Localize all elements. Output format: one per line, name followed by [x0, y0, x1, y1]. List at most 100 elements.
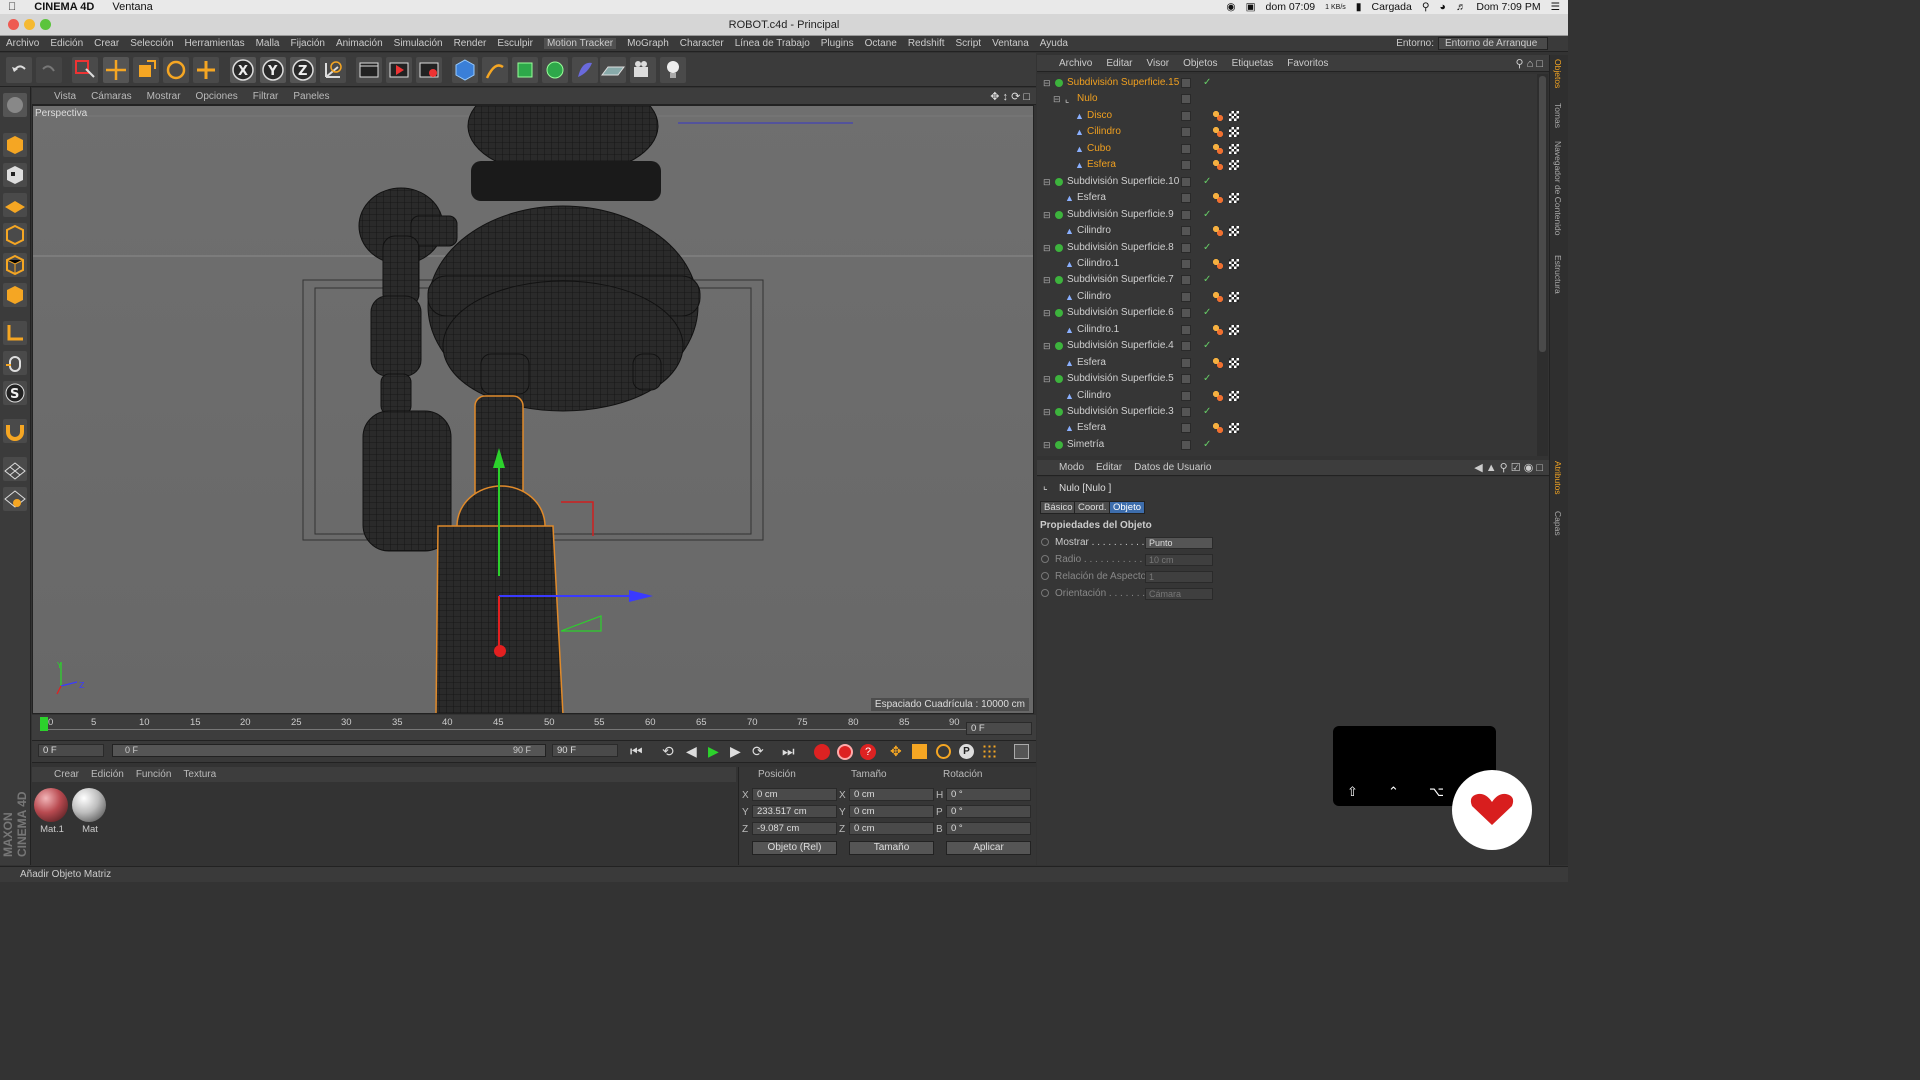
visibility-toggle[interactable]: [1181, 110, 1191, 121]
size-z-field[interactable]: 0 cm: [849, 822, 934, 835]
go-to-start-icon[interactable]: ⏮: [630, 743, 643, 760]
model-mode-icon[interactable]: [3, 133, 27, 157]
volume-icon[interactable]: ♬: [1456, 1, 1467, 13]
battery-icon[interactable]: ▮: [1356, 1, 1362, 13]
visibility-toggle[interactable]: [1181, 324, 1191, 335]
expand-toggle-icon[interactable]: ⊟: [1043, 177, 1051, 187]
object-row[interactable]: ⊟ Subdivisión Superficie.15 ✓: [1037, 75, 1537, 91]
object-row[interactable]: ▲ Disco: [1037, 108, 1537, 124]
menu-render[interactable]: Render: [454, 38, 487, 49]
menu-octane[interactable]: Octane: [865, 38, 897, 49]
grid-lock-icon[interactable]: [3, 487, 27, 511]
menu-motion-tracker[interactable]: Motion Tracker: [543, 38, 617, 49]
tweak-mode-icon[interactable]: [3, 351, 27, 375]
visibility-toggle[interactable]: [1181, 143, 1191, 154]
search-icon[interactable]: ⚲: [1422, 1, 1430, 13]
prop-radio[interactable]: [1041, 589, 1049, 598]
object-row[interactable]: ▲ Cilindro.1: [1037, 256, 1537, 272]
texture-tag-icon[interactable]: [1229, 193, 1239, 204]
om-menu-objetos[interactable]: Objetos: [1183, 58, 1217, 69]
axis-mode-icon[interactable]: [3, 321, 27, 345]
size-y-field[interactable]: 0 cm: [849, 805, 934, 818]
menu-redshift[interactable]: Redshift: [908, 38, 945, 49]
redo-icon[interactable]: [36, 57, 62, 83]
viewport-perspective[interactable]: Y Z Perspectiva Espaciado Cuadrícula : 1…: [32, 105, 1034, 714]
expand-toggle-icon[interactable]: ⊟: [1043, 440, 1051, 450]
minimize-window-icon[interactable]: [24, 19, 35, 30]
object-row[interactable]: ▲ Esfera: [1037, 157, 1537, 173]
phong-tag-icon[interactable]: [1213, 127, 1223, 138]
attr-tab-objeto[interactable]: Objeto: [1109, 501, 1145, 514]
timeline-track[interactable]: [42, 729, 968, 735]
texture-tag-icon[interactable]: [1229, 143, 1239, 154]
visibility-toggle[interactable]: [1181, 160, 1191, 171]
menu-mograph[interactable]: MoGraph: [627, 38, 669, 49]
phong-tag-icon[interactable]: [1213, 258, 1223, 269]
visibility-toggle[interactable]: [1181, 439, 1191, 450]
end-frame-field[interactable]: 90 F: [552, 744, 618, 757]
expand-toggle-icon[interactable]: ⊟: [1043, 375, 1051, 384]
enable-check-icon[interactable]: ✓: [1203, 305, 1211, 321]
phong-tag-icon[interactable]: [1213, 143, 1223, 154]
attr-menu-editar[interactable]: Editar: [1096, 462, 1122, 473]
visibility-toggle[interactable]: [1181, 423, 1191, 434]
object-row[interactable]: ⊟ Subdivisión Superficie.9 ✓: [1037, 207, 1537, 223]
visibility-toggle[interactable]: [1181, 193, 1191, 204]
visibility-toggle[interactable]: [1181, 78, 1191, 88]
menu-character[interactable]: Character: [680, 38, 724, 49]
menu-linea-de-trabajo[interactable]: Línea de Trabajo: [735, 38, 810, 49]
object-row[interactable]: ⊟ Subdivisión Superficie.5 ✓: [1037, 371, 1537, 387]
start-frame-field[interactable]: 0 F: [38, 744, 104, 757]
object-row[interactable]: ⊟ Subdivisión Superficie.4 ✓: [1037, 338, 1537, 354]
attr-menu-datos[interactable]: Datos de Usuario: [1134, 462, 1211, 473]
phong-tag-icon[interactable]: [1213, 390, 1223, 401]
om-menu-favoritos[interactable]: Favoritos: [1287, 58, 1328, 69]
object-list-scrollbar[interactable]: [1537, 74, 1548, 456]
visibility-toggle[interactable]: [1181, 176, 1191, 187]
cube-icon[interactable]: [452, 57, 478, 83]
visibility-toggle[interactable]: [1181, 242, 1191, 253]
side-tab-capas[interactable]: Capas: [1553, 511, 1563, 536]
enable-check-icon[interactable]: ✓: [1203, 437, 1211, 453]
current-frame-field[interactable]: 0 F: [966, 722, 1032, 735]
screen-icon[interactable]: ▣: [1246, 1, 1256, 13]
frame-range-slider[interactable]: 0 F 90 F: [112, 744, 546, 757]
deformer-icon[interactable]: [572, 57, 598, 83]
object-row[interactable]: ▲ Cilindro: [1037, 289, 1537, 305]
mat-menu-textura[interactable]: Textura: [183, 769, 216, 780]
prop-radio[interactable]: [1041, 555, 1049, 564]
add-icon[interactable]: [193, 57, 219, 83]
camera-icon[interactable]: [630, 57, 656, 83]
side-tab-atributos[interactable]: Atributos: [1553, 461, 1563, 495]
timeline-window-icon[interactable]: [1014, 744, 1029, 759]
phong-tag-icon[interactable]: [1213, 193, 1223, 204]
render-view-icon[interactable]: [356, 57, 382, 83]
mat-menu-funcion[interactable]: Función: [136, 769, 172, 780]
object-row[interactable]: ▲ Cilindro: [1037, 124, 1537, 140]
texture-mode-icon[interactable]: [3, 163, 27, 187]
menu-edicion[interactable]: Edición: [50, 38, 83, 49]
close-window-icon[interactable]: [8, 19, 19, 30]
edges-mode-icon[interactable]: [3, 253, 27, 277]
phong-tag-icon[interactable]: [1213, 226, 1223, 237]
texture-tag-icon[interactable]: [1229, 423, 1239, 434]
timeline-playhead[interactable]: [40, 717, 48, 731]
visibility-toggle[interactable]: [1181, 258, 1191, 269]
keyframe-selection-icon[interactable]: ?: [860, 744, 876, 760]
attr-nav-icons[interactable]: ◀ ▲ ⚲ ☑ ◉ □: [1474, 461, 1543, 474]
phong-tag-icon[interactable]: [1213, 160, 1223, 171]
light-icon[interactable]: [660, 57, 686, 83]
apple-icon[interactable]: : [8, 1, 16, 13]
scroll-thumb[interactable]: [1539, 76, 1546, 352]
magnet-icon[interactable]: [3, 419, 27, 443]
play-icon[interactable]: ▶: [708, 743, 719, 760]
object-row[interactable]: ▲ Esfera: [1037, 190, 1537, 206]
pos-y-field[interactable]: 233.517 cm: [752, 805, 837, 818]
vp-menu-vista[interactable]: Vista: [54, 91, 76, 102]
om-menu-visor[interactable]: Visor: [1146, 58, 1169, 69]
phong-tag-icon[interactable]: [1213, 324, 1223, 335]
texture-tag-icon[interactable]: [1229, 160, 1239, 171]
grid-plane-icon[interactable]: [3, 457, 27, 481]
record-key-icon[interactable]: [814, 744, 830, 760]
object-row[interactable]: ⊟ Subdivisión Superficie.10 ✓: [1037, 174, 1537, 190]
